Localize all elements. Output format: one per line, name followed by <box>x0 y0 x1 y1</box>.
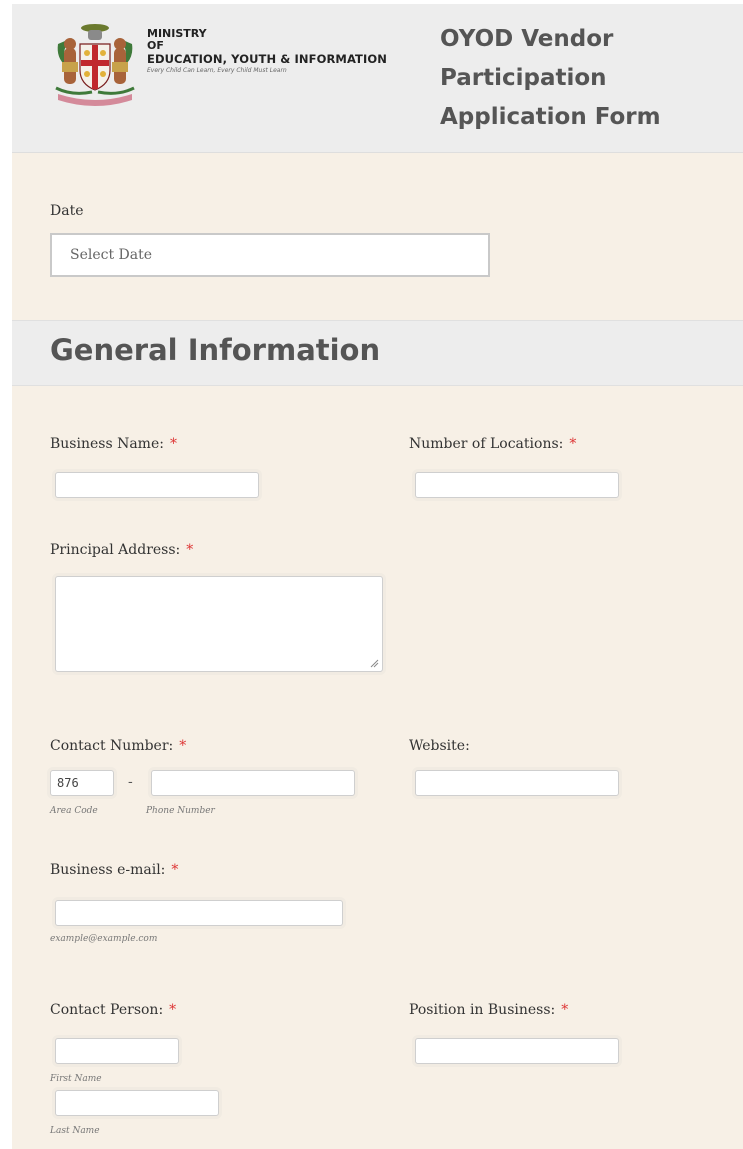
number-of-locations-label: Number of Locations: * <box>409 436 576 452</box>
website-label: Website: <box>409 738 470 754</box>
form-header: MINISTRY OF EDUCATION, YOUTH & INFORMATI… <box>12 4 743 153</box>
phone-separator: - <box>128 774 133 790</box>
ministry-motto: Every Child Can Learn, Every Child Must … <box>147 67 287 74</box>
required-mark: * <box>186 542 194 558</box>
contact-number-label-text: Contact Number: <box>50 738 174 754</box>
form-page: MINISTRY OF EDUCATION, YOUTH & INFORMATI… <box>0 0 743 1149</box>
area-code-sublabel: Area Code <box>50 806 98 816</box>
position-in-business-input[interactable] <box>415 1038 619 1064</box>
ministry-name: MINISTRY OF EDUCATION, YOUTH & INFORMATI… <box>147 28 437 75</box>
contact-number-label: Contact Number: * <box>50 738 186 754</box>
contact-person-label-text: Contact Person: <box>50 1002 164 1018</box>
date-label: Date <box>50 203 84 219</box>
number-of-locations-input[interactable] <box>415 472 619 498</box>
business-email-label: Business e-mail: * <box>50 862 178 878</box>
first-name-sublabel: First Name <box>50 1074 102 1084</box>
position-in-business-label: Position in Business: * <box>409 1002 568 1018</box>
date-section: Date Select Date <box>12 153 743 320</box>
required-mark: * <box>169 1002 177 1018</box>
business-email-label-text: Business e-mail: <box>50 862 166 878</box>
ministry-line-3: EDUCATION, YOUTH & INFORMATION <box>147 52 387 66</box>
business-email-input[interactable] <box>55 900 343 926</box>
phone-number-input[interactable] <box>151 770 355 796</box>
date-picker-input[interactable]: Select Date <box>50 233 490 277</box>
website-input[interactable] <box>415 770 619 796</box>
principal-address-label-text: Principal Address: <box>50 542 181 558</box>
general-information-header: General Information <box>12 320 743 386</box>
business-name-label-text: Business Name: <box>50 436 164 452</box>
area-code-input[interactable]: 876 <box>50 770 114 796</box>
last-name-input[interactable] <box>55 1090 219 1116</box>
required-mark: * <box>171 862 179 878</box>
section-title: General Information <box>50 333 381 367</box>
form-title-line-1: OYOD Vendor <box>440 26 614 52</box>
first-name-input[interactable] <box>55 1038 179 1064</box>
jamaica-coat-of-arms-icon <box>55 24 135 106</box>
resize-grip-icon[interactable] <box>369 658 379 668</box>
ministry-line-2: OF <box>147 39 164 52</box>
form-title-line-2: Participation <box>440 65 607 91</box>
required-mark: * <box>569 436 577 452</box>
principal-address-label: Principal Address: * <box>50 542 193 558</box>
business-email-sublabel: example@example.com <box>50 934 158 944</box>
form-title: OYOD Vendor Participation Application Fo… <box>440 20 700 137</box>
required-mark: * <box>179 738 187 754</box>
form-title-line-3: Application Form <box>440 104 661 130</box>
position-in-business-label-text: Position in Business: <box>409 1002 556 1018</box>
business-name-label: Business Name: * <box>50 436 177 452</box>
phone-number-sublabel: Phone Number <box>146 806 215 816</box>
general-information-form: Business Name: * Number of Locations: * Pr… <box>12 386 743 1149</box>
ministry-logo: MINISTRY OF EDUCATION, YOUTH & INFORMATI… <box>52 18 422 108</box>
principal-address-textarea[interactable] <box>55 576 383 672</box>
required-mark: * <box>169 436 177 452</box>
ministry-line-1: MINISTRY <box>147 27 207 40</box>
business-name-input[interactable] <box>55 472 259 498</box>
contact-person-label: Contact Person: * <box>50 1002 176 1018</box>
last-name-sublabel: Last Name <box>50 1126 100 1136</box>
number-of-locations-label-text: Number of Locations: <box>409 436 564 452</box>
required-mark: * <box>561 1002 569 1018</box>
